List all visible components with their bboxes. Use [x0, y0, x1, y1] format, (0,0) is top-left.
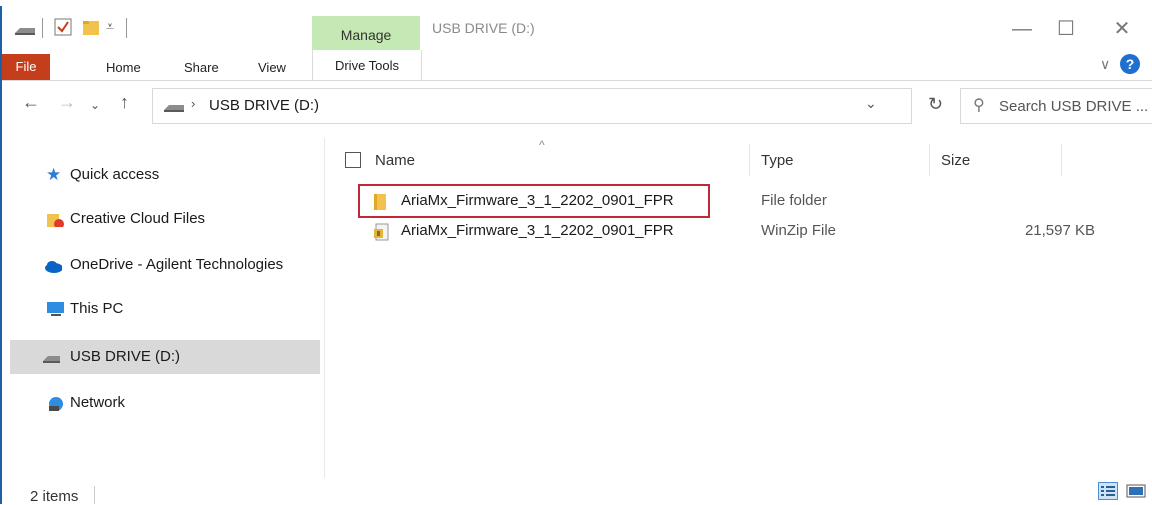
new-folder-icon[interactable] — [82, 18, 100, 36]
drive-icon — [164, 105, 184, 112]
cloud-folder-icon — [47, 214, 64, 227]
title-bar: ⩡ Manage USB DRIVE (D:) — ☐ ✕ — [2, 6, 1152, 50]
close-button[interactable]: ✕ — [1102, 14, 1142, 44]
table-row[interactable]: AriaMx_Firmware_3_1_2202_0901_FPR WinZip… — [355, 218, 1145, 246]
tab-share[interactable]: Share — [184, 54, 219, 80]
tab-home[interactable]: Home — [106, 54, 141, 80]
navigation-pane: ★ Quick access Creative Cloud Files OneD… — [2, 138, 322, 478]
search-box[interactable]: ⚲ Search USB DRIVE ... — [960, 88, 1152, 124]
file-size: 21,597 KB — [1024, 222, 1095, 239]
column-divider — [929, 144, 930, 176]
column-divider — [749, 144, 750, 176]
status-bar: 2 items — [2, 478, 1152, 505]
file-name: AriaMx_Firmware_3_1_2202_0901_FPR — [401, 222, 674, 239]
status-divider — [94, 486, 95, 504]
sidebar-item-label: OneDrive - Agilent Technologies — [70, 256, 284, 273]
qat-separator — [42, 18, 43, 38]
explorer-window: ⩡ Manage USB DRIVE (D:) — ☐ ✕ File Home … — [0, 6, 1152, 505]
forward-arrow-icon[interactable]: → — [58, 92, 76, 113]
up-arrow-icon[interactable]: ↑ — [120, 92, 129, 113]
select-all-checkbox[interactable] — [345, 152, 361, 168]
address-dropdown-chevron-icon[interactable]: ⌄ — [865, 95, 877, 112]
sidebar-item-quick-access[interactable]: ★ Quick access — [10, 158, 320, 192]
network-icon — [49, 397, 63, 411]
search-icon: ⚲ — [973, 97, 985, 114]
tab-drive-tools[interactable]: Drive Tools — [312, 50, 422, 80]
sidebar-item-label: Network — [70, 394, 126, 411]
column-header-type[interactable]: Type — [761, 152, 794, 169]
details-view-icon[interactable] — [1098, 482, 1118, 500]
sidebar-item-creative-cloud[interactable]: Creative Cloud Files — [10, 202, 320, 236]
sidebar-item-this-pc[interactable]: This PC — [10, 292, 320, 326]
onedrive-cloud-icon — [45, 261, 62, 273]
tab-view[interactable]: View — [258, 54, 286, 80]
ribbon-expand-chevron-icon[interactable]: ∨ — [1100, 56, 1110, 73]
sidebar-item-label: Creative Cloud Files — [70, 210, 206, 227]
file-type: WinZip File — [761, 222, 837, 239]
ribbon-tab-bar: File Home Share View Drive Tools ∨ ? — [2, 50, 1152, 81]
properties-checkmark-icon[interactable] — [54, 18, 72, 36]
maximize-button[interactable]: ☐ — [1046, 14, 1086, 44]
window-title: USB DRIVE (D:) — [432, 20, 535, 36]
breadcrumb-usb-drive[interactable]: USB DRIVE (D:) — [209, 97, 319, 114]
sidebar-item-label: This PC — [70, 300, 124, 317]
column-header-size[interactable]: Size — [941, 152, 970, 169]
help-icon[interactable]: ? — [1120, 54, 1140, 74]
usb-drive-icon — [43, 356, 60, 363]
sidebar-item-network[interactable]: Network — [10, 386, 320, 420]
drive-icon — [15, 28, 35, 35]
search-input[interactable]: Search USB DRIVE ... — [999, 98, 1148, 115]
qat-separator — [126, 18, 127, 38]
winzip-file-icon — [374, 223, 389, 241]
sidebar-item-label: USB DRIVE (D:) — [70, 348, 181, 365]
recent-locations-chevron-icon[interactable]: ⌄ — [90, 98, 100, 112]
column-header-name[interactable]: Name — [375, 152, 415, 169]
sort-ascending-icon: ^ — [539, 138, 545, 152]
manage-context-tab[interactable]: Manage — [312, 16, 420, 50]
qat-dropdown-icon[interactable]: ⩡ — [106, 18, 114, 35]
column-divider — [1061, 144, 1062, 176]
large-icons-view-icon[interactable] — [1126, 482, 1146, 500]
sidebar-item-onedrive[interactable]: OneDrive - Agilent Technologies — [10, 248, 320, 282]
highlight-box — [358, 184, 710, 218]
back-arrow-icon[interactable]: ← — [22, 92, 40, 113]
navigation-bar: ← → ⌄ ↑ › USB DRIVE (D:) ⌄ ↻ ⚲ Search US… — [2, 86, 1152, 130]
file-type: File folder — [761, 192, 827, 209]
computer-icon — [47, 302, 64, 316]
minimize-button[interactable]: — — [1002, 14, 1042, 44]
sidebar-item-label: Quick access — [70, 166, 160, 183]
star-icon: ★ — [46, 165, 62, 184]
file-list: ^ Name Type Size AriaMx_Firmware_3_1_220… — [324, 138, 1152, 478]
sidebar-item-usb-drive[interactable]: USB DRIVE (D:) — [10, 340, 320, 374]
tab-file[interactable]: File — [2, 54, 50, 80]
item-count: 2 items — [30, 488, 79, 505]
address-bar[interactable]: › USB DRIVE (D:) ⌄ — [152, 88, 912, 124]
refresh-icon[interactable]: ↻ — [928, 94, 943, 115]
breadcrumb-chevron-icon[interactable]: › — [191, 96, 195, 111]
